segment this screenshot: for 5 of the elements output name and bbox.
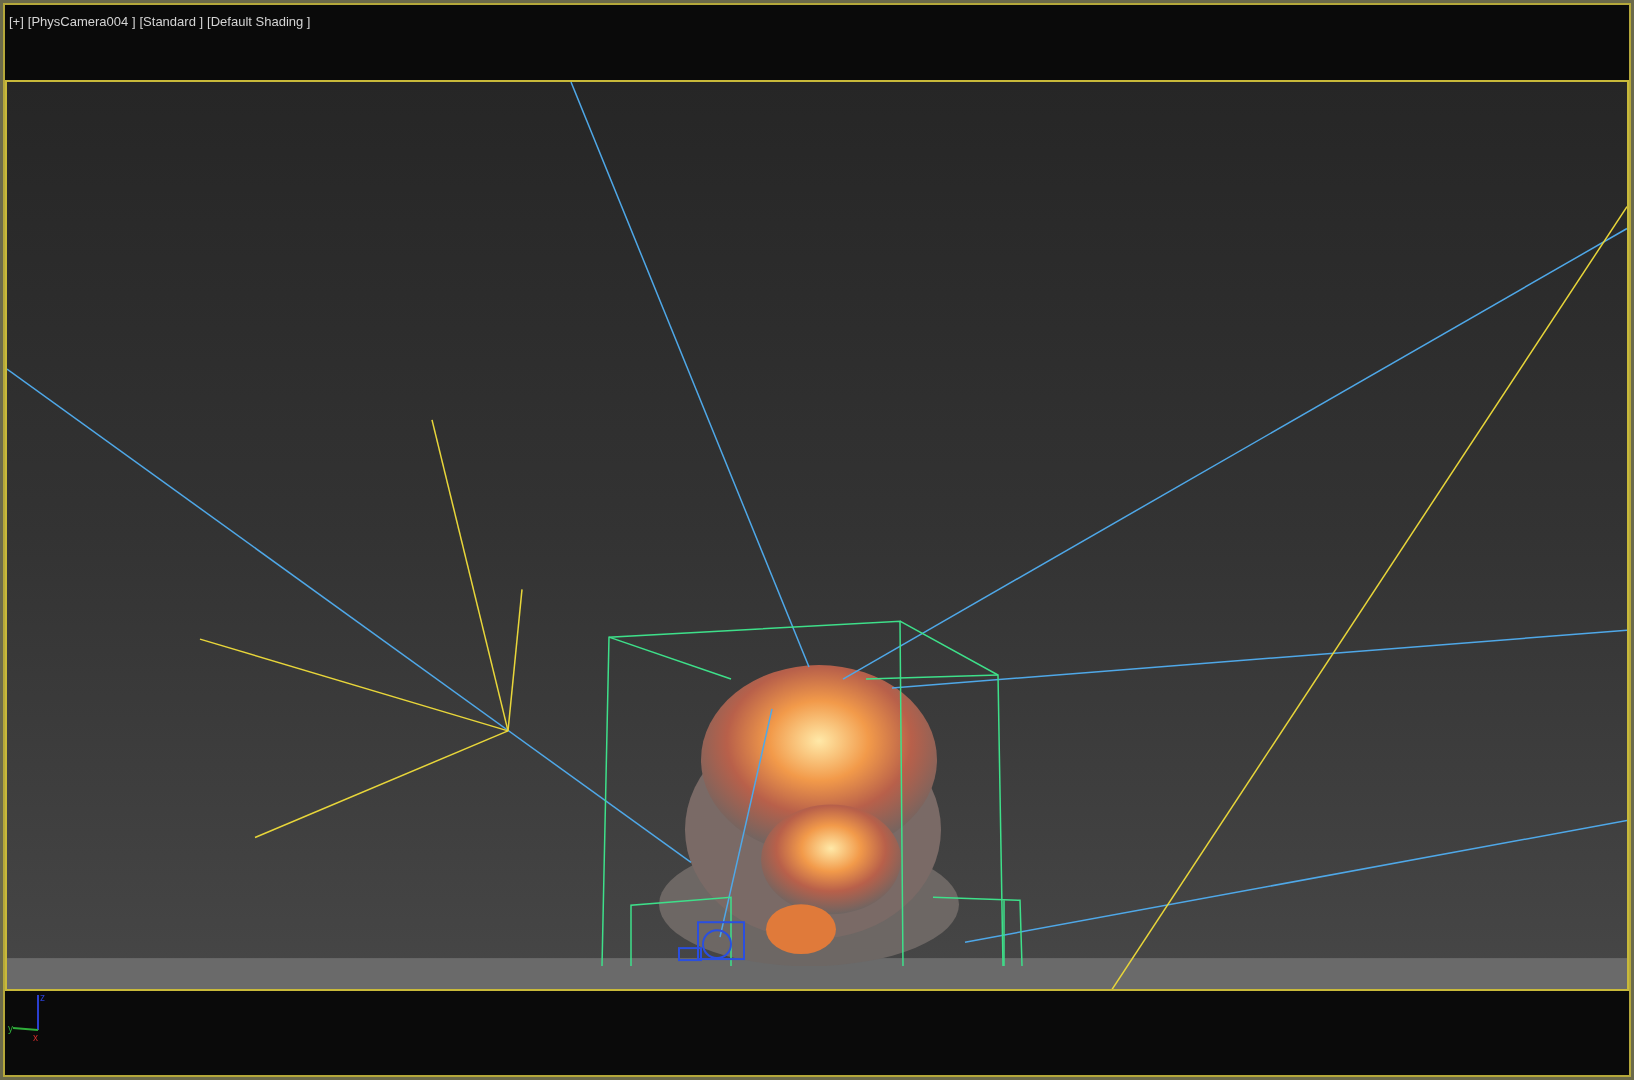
viewport-menu-label[interactable]: [PhysCamera004 ] — [27, 15, 136, 28]
viewport-menu-label[interactable]: [+] — [9, 15, 24, 28]
viewport-menu-label[interactable]: [Default Shading ] — [207, 15, 311, 28]
camera-icon — [678, 921, 745, 962]
viewport-menu-label[interactable]: [Standard ] — [139, 15, 204, 28]
